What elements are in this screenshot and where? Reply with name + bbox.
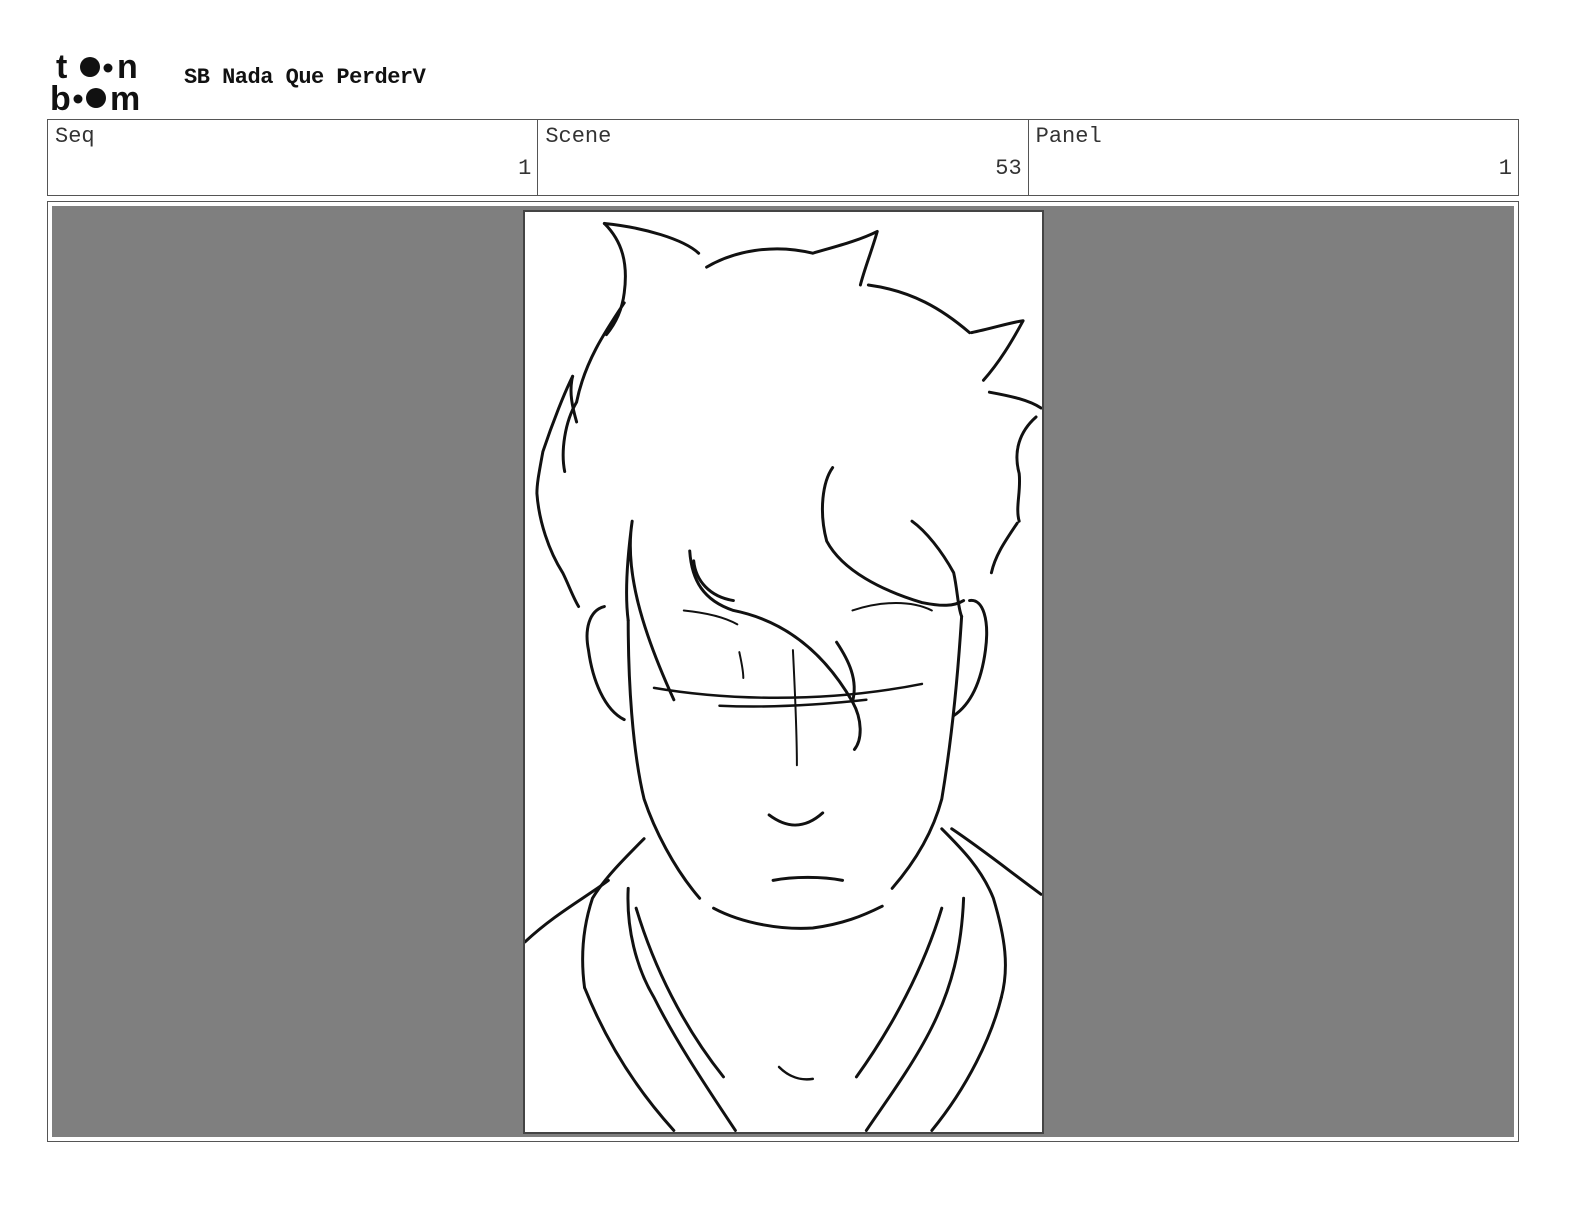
collar-right <box>940 827 1007 999</box>
header: t n b m SB Nada Que PerderV <box>50 46 426 118</box>
bangs-left <box>625 519 676 702</box>
panel-image <box>52 206 1514 1137</box>
panel-cell: Panel 1 <box>1029 120 1518 195</box>
face-right <box>890 614 964 890</box>
mouth <box>771 875 845 882</box>
panel-frame <box>47 201 1519 1142</box>
bangs-center <box>688 549 862 751</box>
nose <box>767 811 825 827</box>
panel-value: 1 <box>1498 156 1512 181</box>
hair-outline <box>602 221 879 287</box>
shoulder-right <box>950 827 1042 896</box>
shoulder-left <box>525 878 610 944</box>
hair-right-lower <box>987 390 1042 575</box>
jaw <box>712 904 884 930</box>
scene-value: 53 <box>995 156 1022 181</box>
brow-left <box>682 609 739 626</box>
ear-left <box>585 605 626 722</box>
collar-right-inner <box>864 896 966 1132</box>
seq-cell: Seq 1 <box>48 120 539 195</box>
svg-text:m: m <box>110 80 140 114</box>
panel-label: Panel <box>1035 124 1102 149</box>
neck-mark <box>777 1065 815 1081</box>
seq-value: 1 <box>518 156 532 181</box>
storyboard-sketch <box>523 210 1044 1134</box>
neck-left <box>634 906 725 1079</box>
scene-cell: Scene 53 <box>538 120 1029 195</box>
info-row: Seq 1 Scene 53 Panel 1 <box>47 119 1519 196</box>
seq-label: Seq <box>55 124 95 149</box>
eye-line <box>652 682 924 708</box>
bangs-strand-small <box>692 559 735 603</box>
hair-right <box>866 283 1025 382</box>
neck-right <box>854 906 944 1079</box>
project-title: SB Nada Que PerderV <box>184 64 426 90</box>
center-line <box>791 649 798 767</box>
collar-right-outer <box>930 995 1003 1132</box>
collar-left <box>581 837 646 990</box>
svg-text:b: b <box>50 80 71 114</box>
character-sketch-drawing <box>525 221 1042 1132</box>
scene-label: Scene <box>545 124 612 149</box>
face-left <box>626 618 702 900</box>
toonboom-logo-icon: t n b m <box>50 48 166 118</box>
hair-left <box>561 221 627 474</box>
bangs-right <box>820 466 966 607</box>
brow-right <box>851 602 933 612</box>
eye-mark <box>738 651 745 679</box>
